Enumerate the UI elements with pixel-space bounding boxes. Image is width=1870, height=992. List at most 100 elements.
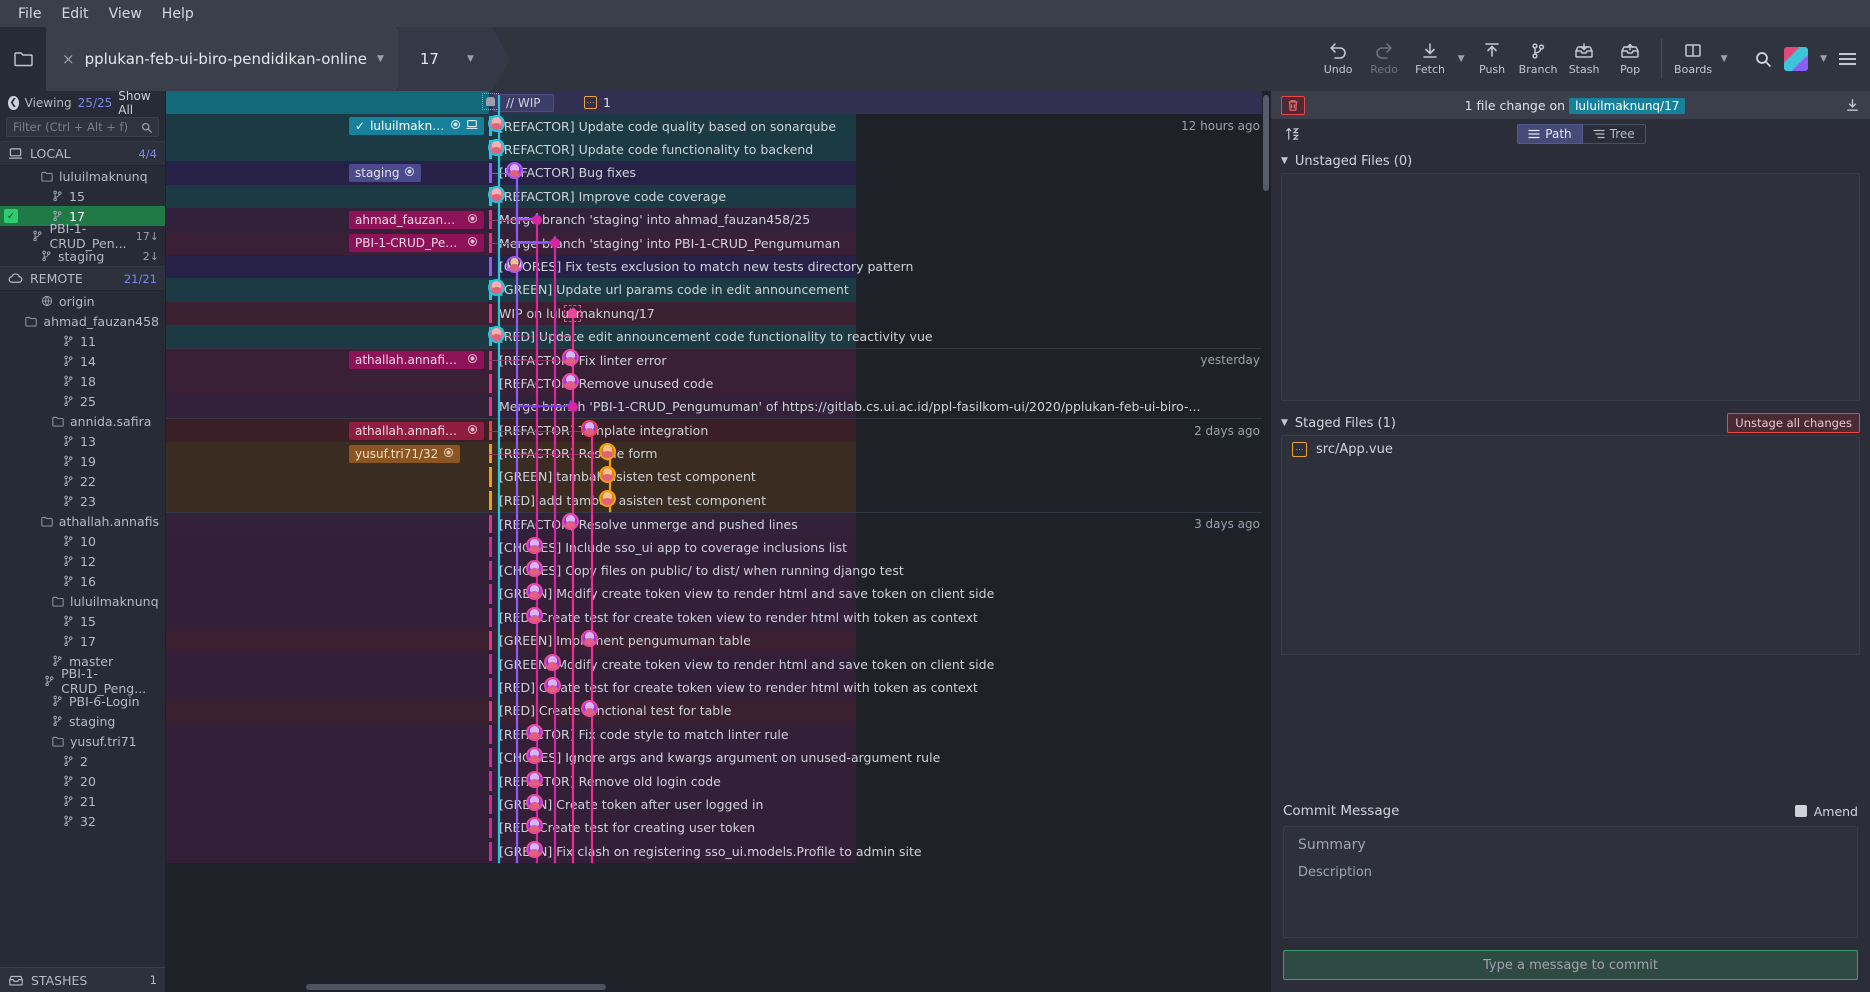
sidebar-item-22[interactable]: 22 xyxy=(0,471,165,491)
table-row[interactable]: [RED] add tambah asisten test component xyxy=(166,488,1270,513)
table-row[interactable]: [GREEN] Fix clash on registering sso_ui.… xyxy=(166,839,1270,863)
table-row[interactable]: WIP on luluilmaknunq/17 xyxy=(166,301,1270,325)
commit-avatar-node[interactable] xyxy=(488,138,505,156)
table-row[interactable]: [REFACTOR] Fix code style to match linte… xyxy=(166,722,1270,746)
sidebar-item-annida-safira[interactable]: annida.safira xyxy=(0,411,165,431)
sidebar-item-luluilmaknunq[interactable]: luluilmaknunq xyxy=(0,166,165,186)
branch-tab[interactable]: 17 ▼ xyxy=(398,27,510,91)
merge-node[interactable] xyxy=(532,215,542,225)
table-row[interactable]: [REFACTOR] Remove unused code xyxy=(166,371,1270,396)
table-row[interactable]: [RED] Create test for creating user toke… xyxy=(166,816,1270,840)
table-row[interactable]: Merge branch 'staging' into ahmad_fauzan… xyxy=(166,207,1270,232)
commit-description-input[interactable]: Description xyxy=(1298,865,1843,880)
chevron-down-icon[interactable]: ▼ xyxy=(377,54,384,64)
boards-button[interactable]: Boards xyxy=(1670,30,1716,88)
commit-avatar-node[interactable] xyxy=(562,372,579,390)
stash-button[interactable]: Stash xyxy=(1561,30,1607,88)
sidebar-item-23[interactable]: 23 xyxy=(0,491,165,511)
table-row[interactable]: Merge branch 'staging' into PBI-1-CRUD_P… xyxy=(166,231,1270,255)
chevron-down-icon[interactable]: ▼ xyxy=(1281,418,1288,428)
sidebar-item-18[interactable]: 18 xyxy=(0,371,165,391)
table-row[interactable]: [CHORES] Include sso_ui app to coverage … xyxy=(166,535,1270,559)
branch-label-pbi-1-crud-pengu-[interactable]: PBI-1-CRUD_Pengu... xyxy=(349,234,484,253)
staged-file-row[interactable]: ⋯ src/App.vue xyxy=(1282,436,1859,462)
table-row[interactable]: [GREEN] Modify create token view to rend… xyxy=(166,652,1270,676)
table-row[interactable]: [CHORES] Copy files on public/ to dist/ … xyxy=(166,558,1270,583)
sidebar-item-25[interactable]: 25 xyxy=(0,391,165,411)
boards-dropdown-caret[interactable]: ▼ xyxy=(1716,30,1732,88)
table-row[interactable]: [REFACTOR] Remove old login code xyxy=(166,769,1270,793)
scrollbar-thumb[interactable] xyxy=(306,984,606,990)
view-mode-path[interactable]: Path xyxy=(1517,124,1583,144)
menu-item-view[interactable]: View xyxy=(99,3,152,25)
commit-summary-input[interactable]: Summary xyxy=(1298,837,1843,853)
unstaged-files-header[interactable]: ▼ Unstaged Files (0) xyxy=(1271,149,1870,173)
fetch-dropdown-caret[interactable]: ▼ xyxy=(1453,30,1469,88)
commit-avatar-node[interactable] xyxy=(599,489,616,507)
sidebar-item-pbi-1-crud-peng-[interactable]: PBI-1-CRUD_Peng... xyxy=(0,666,165,696)
commit-avatar-node[interactable] xyxy=(526,840,543,858)
table-row[interactable]: Merge branch 'PBI-1-CRUD_Pengumuman' of … xyxy=(166,395,1270,419)
table-row[interactable]: [REFACTOR] Update code quality based on … xyxy=(166,114,1270,138)
menu-item-help[interactable]: Help xyxy=(152,3,204,25)
graph-horizontal-scrollbar[interactable] xyxy=(166,982,1270,992)
search-icon[interactable] xyxy=(141,122,152,133)
eye-icon[interactable] xyxy=(404,166,415,180)
push-button[interactable]: Push xyxy=(1469,30,1515,88)
sidebar-item-17[interactable]: 17 xyxy=(0,631,165,651)
table-row[interactable]: [REFACTOR] Fix linter error yesterday xyxy=(166,348,1270,372)
chevron-down-icon[interactable]: ▼ xyxy=(467,54,474,64)
branch-label-ahmad-fauzan458-[interactable]: ahmad_fauzan458/... xyxy=(349,211,484,229)
search-icon[interactable] xyxy=(1754,50,1772,68)
commit-avatar-node[interactable] xyxy=(526,794,543,811)
branch-label-staging[interactable]: staging xyxy=(349,164,422,183)
table-row[interactable]: [CHORES] Ignore args and kwargs argument… xyxy=(166,745,1270,770)
sidebar-item-15[interactable]: 15 xyxy=(0,611,165,631)
table-row[interactable]: [RED] Update edit announcement code func… xyxy=(166,324,1270,349)
undo-button[interactable]: Undo xyxy=(1315,30,1361,88)
sidebar-section-remote[interactable]: REMOTE 21/21 xyxy=(0,266,165,291)
view-mode-tree[interactable]: Tree xyxy=(1582,124,1646,144)
table-row[interactable]: [REFACTOR] Resolve unmerge and pushed li… xyxy=(166,512,1270,536)
sidebar-item-ahmad-fauzan458[interactable]: ahmad_fauzan458 xyxy=(0,311,165,331)
commit-avatar-node[interactable] xyxy=(526,723,543,741)
branch-button[interactable]: Branch xyxy=(1515,30,1561,88)
filter-input[interactable]: Filter (Ctrl + Alt + f) xyxy=(6,117,159,137)
menu-item-file[interactable]: File xyxy=(8,3,51,25)
commit-message-box[interactable]: Summary Description xyxy=(1283,826,1858,938)
fetch-button[interactable]: Fetch xyxy=(1407,30,1453,88)
eye-icon[interactable] xyxy=(450,119,461,133)
commit-button[interactable]: Type a message to commit xyxy=(1283,950,1858,980)
table-row[interactable]: [REFACTOR] Template integration 2 days ag… xyxy=(166,418,1270,442)
table-row[interactable]: [GREEN] tambah asisten test component xyxy=(166,465,1270,489)
sidebar-item-19[interactable]: 19 xyxy=(0,451,165,471)
wip-graph-node[interactable] xyxy=(482,93,499,110)
commit-graph[interactable]: // WIP ⋯ 1 [REFACTOR] Update code qualit… xyxy=(166,91,1270,982)
sidebar-item-13[interactable]: 13 xyxy=(0,431,165,451)
sidebar-section-stashes[interactable]: STASHES 1 xyxy=(0,967,165,992)
staged-files-header[interactable]: ▼ Staged Files (1) Unstage all changes xyxy=(1271,411,1870,435)
wip-chip[interactable]: // WIP xyxy=(493,94,554,112)
table-row[interactable]: [RED] Create test for create token view … xyxy=(166,675,1270,700)
table-row[interactable]: [REFACTOR] Improve code coverage xyxy=(166,184,1270,208)
sidebar-item-2[interactable]: 2 xyxy=(0,751,165,771)
graph-vertical-scrollbar[interactable] xyxy=(1262,91,1270,982)
commit-avatar-node[interactable] xyxy=(581,419,598,437)
wip-row[interactable]: // WIP ⋯ 1 xyxy=(166,91,1270,115)
table-row[interactable]: [GREEN] Create token after user logged i… xyxy=(166,792,1270,817)
table-row[interactable]: [GREEN] Implement pengumuman table xyxy=(166,628,1270,653)
sidebar-item-staging[interactable]: staging xyxy=(0,711,165,731)
repo-folder-button[interactable] xyxy=(0,27,46,91)
commit-avatar-node[interactable] xyxy=(526,536,543,554)
sidebar-item-staging[interactable]: staging 2↓ xyxy=(0,246,165,266)
sidebar-item-athallah-annafis[interactable]: athallah.annafis xyxy=(0,511,165,531)
eye-icon[interactable] xyxy=(443,447,454,461)
sidebar-item-21[interactable]: 21 xyxy=(0,791,165,811)
sidebar-tree[interactable]: LOCAL 4/4 luluilmaknunq 15 ✓ 17 PBI-1-CRUD_P… xyxy=(0,141,165,967)
commit-avatar-node[interactable] xyxy=(544,677,561,694)
scrollbar-thumb[interactable] xyxy=(1263,95,1269,191)
avatar[interactable] xyxy=(1784,47,1809,71)
unstage-all-button[interactable]: Unstage all changes xyxy=(1727,413,1860,433)
table-row[interactable]: [REFACTOR] Bug fixes xyxy=(166,161,1270,185)
commit-avatar-node[interactable] xyxy=(526,606,543,624)
